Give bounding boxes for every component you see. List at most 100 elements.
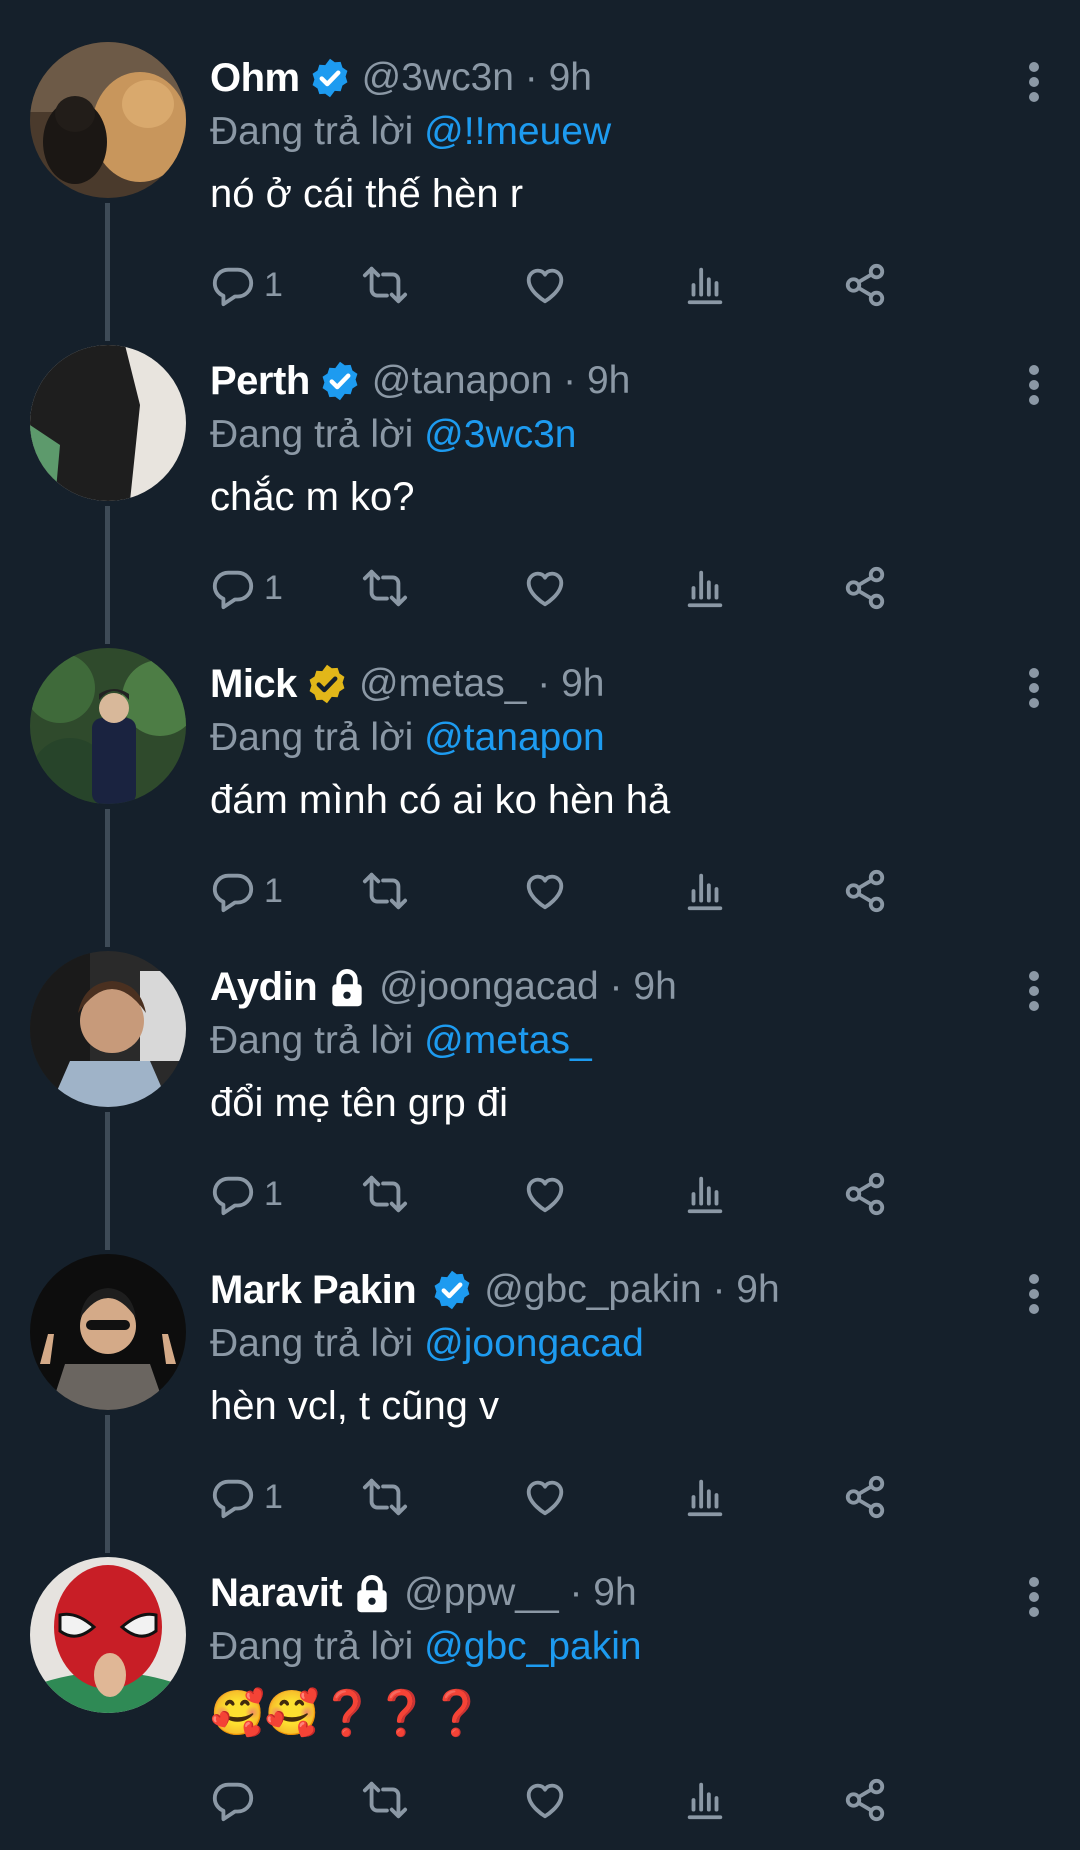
more-options-icon[interactable] [1024, 60, 1044, 104]
avatar[interactable] [30, 1254, 186, 1410]
reply-count: 1 [264, 1477, 283, 1516]
display-name[interactable]: Mark Pakin [210, 1268, 417, 1313]
handle-and-time[interactable]: @3wc3n · 9h [362, 56, 592, 100]
share-icon [845, 1475, 885, 1519]
reply-context: Đang trả lời @gbc_pakin [210, 1625, 642, 1669]
reply-mention-link[interactable]: @tanapon [424, 716, 605, 759]
views-button[interactable] [682, 563, 728, 613]
reply-context: Đang trả lời @3wc3n [210, 413, 577, 457]
analytics-icon [687, 1782, 723, 1820]
retweet-icon [362, 1175, 408, 1213]
analytics-icon [687, 1176, 723, 1214]
heart-icon [526, 1783, 564, 1819]
more-options-icon[interactable] [1024, 363, 1044, 407]
tweet[interactable]: Naravit @ppw__ · 9h Đang trả lời @gbc_pa… [0, 1547, 1080, 1850]
tweet[interactable]: Aydin @joongacad · 9h Đang trả lời @meta… [0, 941, 1080, 1250]
verified-badge-icon [322, 361, 358, 401]
like-button[interactable] [522, 260, 568, 310]
reply-context: Đang trả lời @joongacad [210, 1322, 644, 1366]
retweet-button[interactable] [362, 1169, 408, 1219]
thread-connector [105, 809, 110, 947]
retweet-icon [362, 569, 408, 607]
views-button[interactable] [682, 1169, 728, 1219]
share-button[interactable] [842, 260, 888, 310]
views-button[interactable] [682, 866, 728, 916]
reply-button[interactable]: 1 [210, 1169, 283, 1219]
display-name[interactable]: Aydin [210, 965, 318, 1010]
share-button[interactable] [842, 866, 888, 916]
handle-and-time[interactable]: @ppw__ · 9h [404, 1571, 637, 1615]
share-icon [845, 566, 885, 610]
reply-count: 1 [264, 265, 283, 304]
tweet[interactable]: Mick @metas_ · 9h Đang trả lời @tanapon … [0, 638, 1080, 947]
tweet-text: đổi mẹ tên grp đi [210, 1081, 508, 1125]
reply-button[interactable]: 1 [210, 1472, 283, 1522]
heart-icon [526, 268, 564, 304]
handle-and-time[interactable]: @tanapon · 9h [372, 359, 631, 403]
share-button[interactable] [842, 1169, 888, 1219]
reply-mention-link[interactable]: @metas_ [424, 1019, 591, 1062]
tweet-text: nó ở cái thế hèn r [210, 172, 524, 216]
handle-and-time[interactable]: @joongacad · 9h [379, 965, 677, 1009]
tweet-text: hèn vcl, t cũng v [210, 1384, 500, 1428]
reply-icon [212, 570, 254, 610]
like-button[interactable] [522, 563, 568, 613]
analytics-icon [687, 1479, 723, 1517]
reply-mention-link[interactable]: @joongacad [424, 1322, 644, 1365]
display-name[interactable]: Naravit [210, 1571, 343, 1616]
like-button[interactable] [522, 1775, 568, 1825]
display-name[interactable]: Mick [210, 662, 297, 707]
like-button[interactable] [522, 1169, 568, 1219]
reply-button[interactable]: 1 [210, 563, 283, 613]
thread-connector [105, 1415, 110, 1553]
retweet-button[interactable] [362, 260, 408, 310]
views-button[interactable] [682, 260, 728, 310]
analytics-icon [687, 267, 723, 305]
avatar[interactable] [30, 1557, 186, 1713]
reply-context: Đang trả lời @tanapon [210, 716, 605, 760]
display-name[interactable]: Perth [210, 359, 310, 404]
lock-icon [332, 969, 362, 1007]
reply-button[interactable]: 1 [210, 260, 283, 310]
reply-button[interactable]: 1 [210, 866, 283, 916]
thread-connector [105, 203, 110, 341]
avatar[interactable] [30, 345, 186, 501]
reply-mention-link[interactable]: @!!meuew [424, 110, 611, 153]
more-options-icon[interactable] [1024, 666, 1044, 710]
tweet[interactable]: Mark Pakin @gbc_pakin · 9h Đang trả lời … [0, 1244, 1080, 1553]
more-options-icon[interactable] [1024, 1575, 1044, 1619]
thread-connector [105, 506, 110, 644]
retweet-button[interactable] [362, 1472, 408, 1522]
avatar[interactable] [30, 42, 186, 198]
views-button[interactable] [682, 1775, 728, 1825]
reply-prefix: Đang trả lời [210, 413, 414, 456]
reply-mention-link[interactable]: @3wc3n [424, 413, 576, 456]
analytics-icon [687, 570, 723, 608]
reply-prefix: Đang trả lời [210, 1019, 414, 1062]
retweet-button[interactable] [362, 866, 408, 916]
verified-badge-icon [434, 1270, 470, 1310]
handle-and-time[interactable]: @gbc_pakin · 9h [484, 1268, 779, 1312]
like-button[interactable] [522, 866, 568, 916]
avatar[interactable] [30, 951, 186, 1107]
reply-mention-link[interactable]: @gbc_pakin [424, 1625, 641, 1668]
more-options-icon[interactable] [1024, 1272, 1044, 1316]
share-button[interactable] [842, 563, 888, 613]
more-options-icon[interactable] [1024, 969, 1044, 1013]
tweet[interactable]: Perth @tanapon · 9h Đang trả lời @3wc3n … [0, 335, 1080, 644]
tweet[interactable]: Ohm @3wc3n · 9h Đang trả lời @!!meuew nó… [0, 32, 1080, 341]
views-button[interactable] [682, 1472, 728, 1522]
reply-icon [212, 1479, 254, 1519]
tweet-actions: 1 [210, 1169, 1010, 1219]
like-button[interactable] [522, 1472, 568, 1522]
reply-button[interactable] [210, 1775, 264, 1825]
verified-badge-icon [312, 58, 348, 98]
retweet-button[interactable] [362, 563, 408, 613]
avatar[interactable] [30, 648, 186, 804]
share-button[interactable] [842, 1472, 888, 1522]
tweet-text: chắc m ko? [210, 475, 415, 519]
handle-and-time[interactable]: @metas_ · 9h [359, 662, 605, 706]
display-name[interactable]: Ohm [210, 56, 300, 101]
share-button[interactable] [842, 1775, 888, 1825]
retweet-button[interactable] [362, 1775, 408, 1825]
